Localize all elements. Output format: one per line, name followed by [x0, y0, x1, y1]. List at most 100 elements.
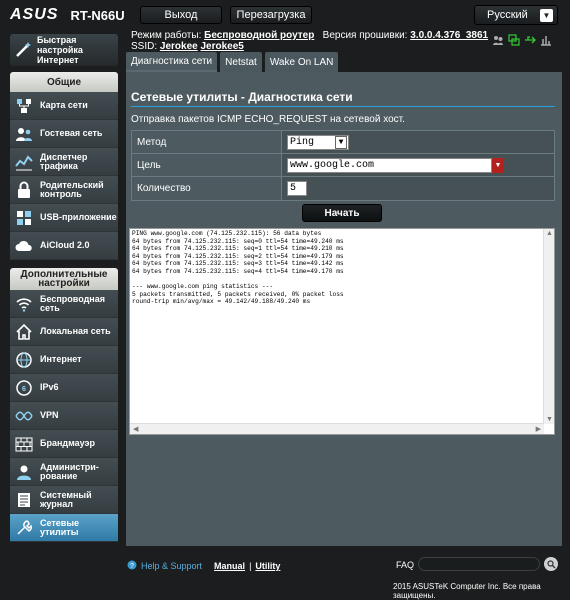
- model-name: RT-N66U: [70, 7, 125, 23]
- sidebar-item-label: USB-приложение: [40, 212, 117, 222]
- settings-form: Метод Ping ▼ Цель www.google.com ▼ Колич…: [131, 130, 555, 201]
- vertical-scrollbar[interactable]: ▲ ▼: [543, 229, 554, 424]
- scroll-down-icon[interactable]: ▼: [546, 416, 553, 423]
- sidebar-item-globe[interactable]: Интернет: [10, 346, 118, 374]
- sidebar-item-label: Диспетчер трафика: [40, 151, 88, 171]
- manual-link[interactable]: Manual: [214, 561, 245, 571]
- chevron-down-icon: ▼: [540, 8, 553, 22]
- count-row: Количество 5: [132, 177, 554, 200]
- firmware-link[interactable]: 3.0.0.4.376_3861: [410, 30, 488, 41]
- scroll-left-icon[interactable]: ◀: [133, 425, 138, 433]
- sidebar-item-label: Сетевые утилиты: [40, 517, 80, 537]
- sidebar-item-label: Интернет: [40, 354, 82, 364]
- language-select[interactable]: Русский ▼: [474, 5, 558, 25]
- ssid-label: SSID:: [131, 41, 158, 52]
- tab-netstat[interactable]: Netstat: [220, 52, 262, 72]
- sidebar-item-network-map[interactable]: Карта сети: [10, 92, 118, 120]
- help-support: ? Help & Support Manual | Utility: [127, 560, 280, 572]
- sidebar-item-vpn[interactable]: VPN: [10, 402, 118, 430]
- sidebar-item-label: Карта сети: [40, 100, 88, 110]
- method-label: Метод: [132, 131, 282, 153]
- sidebar-item-label: Брандмауэр: [40, 438, 96, 448]
- target-label: Цель: [132, 154, 282, 176]
- sidebar-item-admin[interactable]: Администри-рование: [10, 458, 118, 486]
- ipv6-icon: 6: [14, 378, 34, 398]
- utility-link[interactable]: Utility: [255, 561, 280, 571]
- sidebar-item-label: AiCloud 2.0: [40, 240, 90, 250]
- asus-logo: ASUS: [10, 6, 59, 23]
- sidebar-item-tools[interactable]: Сетевые утилиты: [10, 514, 118, 542]
- ssid-link-1[interactable]: Jerokee: [160, 41, 198, 52]
- svg-text:6: 6: [22, 386, 26, 393]
- tab-wake-on-lan[interactable]: Wake On LAN: [264, 52, 339, 72]
- clients-icon[interactable]: [492, 34, 504, 46]
- sidebar-item-label: Беспроводная сеть: [40, 293, 105, 313]
- ssid-link-2[interactable]: Jerokee5: [201, 41, 244, 52]
- method-row: Метод Ping ▼: [132, 131, 554, 154]
- sidebar-item-cloud[interactable]: AiCloud 2.0: [10, 232, 118, 260]
- brand: ASUS RT-N66U: [10, 6, 125, 24]
- internet-status-icon[interactable]: [508, 34, 520, 46]
- globe-icon: [14, 350, 34, 370]
- advanced-section-title: Дополнительные настройки: [10, 268, 118, 290]
- sidebar-item-syslog[interactable]: Системный журнал: [10, 486, 118, 514]
- parental-control-icon: [14, 180, 34, 200]
- method-select[interactable]: Ping ▼: [287, 134, 349, 150]
- horizontal-scrollbar[interactable]: ◀ ▶: [130, 423, 544, 434]
- count-label: Количество: [132, 177, 282, 200]
- sidebar-item-home[interactable]: Локальная сеть: [10, 318, 118, 346]
- mode-label: Режим работы:: [131, 30, 202, 41]
- tools-icon: [14, 518, 34, 538]
- quick-setup-button[interactable]: Быстрая настройка Интернет: [10, 34, 118, 66]
- sidebar-item-label: Администри-рование: [40, 461, 99, 481]
- faq-search-input[interactable]: [418, 557, 540, 571]
- scroll-right-icon[interactable]: ▶: [536, 425, 541, 433]
- sidebar-item-parental-control[interactable]: Родительский контроль: [10, 176, 118, 204]
- sidebar-item-label: Гостевая сеть: [40, 128, 103, 138]
- target-input[interactable]: www.google.com: [287, 157, 492, 173]
- usb-status-icon[interactable]: [524, 34, 536, 46]
- tab-network-analysis[interactable]: Диагностика сети: [126, 52, 218, 72]
- help-icon: ?: [127, 560, 137, 572]
- target-value: www.google.com: [290, 159, 375, 171]
- output-textarea[interactable]: PING www.google.com (74.125.232.115): 56…: [129, 228, 555, 435]
- syslog-icon: [14, 490, 34, 510]
- search-button[interactable]: [544, 557, 558, 571]
- title-divider: [131, 106, 555, 107]
- count-input[interactable]: 5: [287, 181, 307, 196]
- guest-network-icon: [14, 124, 34, 144]
- method-value: Ping: [290, 136, 315, 148]
- sidebar-item-usb[interactable]: USB-приложение: [10, 204, 118, 232]
- firmware-label: Версия прошивки:: [322, 30, 408, 41]
- output-text: PING www.google.com (74.125.232.115): 56…: [132, 230, 344, 306]
- sidebar-item-label: VPN: [40, 410, 59, 420]
- sidebar-item-traffic-manager[interactable]: Диспетчер трафика: [10, 148, 118, 176]
- scroll-up-icon[interactable]: ▲: [546, 230, 553, 237]
- count-value: 5: [290, 183, 297, 194]
- search-icon: [546, 559, 555, 568]
- target-dropdown-icon[interactable]: ▼: [492, 157, 504, 173]
- svg-text:?: ?: [130, 563, 134, 570]
- start-button[interactable]: Начать: [302, 204, 382, 222]
- sidebar-item-label: Родительский контроль: [40, 179, 104, 199]
- language-value: Русский: [487, 9, 528, 21]
- faq-label: FAQ: [396, 560, 415, 570]
- sidebar-item-firewall[interactable]: Брандмауэр: [10, 430, 118, 458]
- advanced-menu: Беспроводная сеть Локальная сеть Интернет 6…: [10, 290, 118, 542]
- status-info: Режим работы: Беспроводной роутер Версия…: [131, 30, 488, 52]
- traffic-manager-icon: [14, 152, 34, 172]
- wireless-icon: [14, 294, 34, 314]
- quick-setup-label: Быстрая настройка Интернет: [37, 35, 83, 65]
- sidebar-item-wireless[interactable]: Беспроводная сеть: [10, 290, 118, 318]
- sidebar-item-ipv6[interactable]: 6 IPv6: [10, 374, 118, 402]
- copyright: 2015 ASUSTeK Computer Inc. Все права защ…: [393, 582, 541, 600]
- cloud-icon: [14, 236, 34, 256]
- sidebar-item-guest-network[interactable]: Гостевая сеть: [10, 120, 118, 148]
- mode-status-icon[interactable]: [540, 34, 552, 46]
- mode-link[interactable]: Беспроводной роутер: [204, 30, 314, 41]
- status-icons: [492, 34, 552, 46]
- chevron-down-icon: ▼: [335, 135, 347, 149]
- reboot-button[interactable]: Перезагрузка: [230, 6, 312, 24]
- sidebar-item-label: Системный журнал: [40, 489, 92, 509]
- logout-button[interactable]: Выход: [140, 6, 222, 24]
